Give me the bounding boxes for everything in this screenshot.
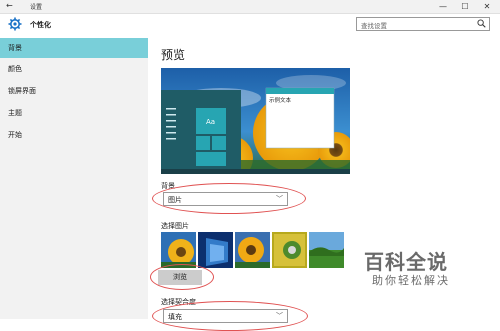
maximize-button[interactable]: ☐	[454, 0, 476, 13]
watermark-logo: 百科全说	[364, 250, 448, 274]
picture-thumbnail[interactable]	[272, 232, 307, 268]
sidebar-item-background[interactable]: 背景	[0, 38, 148, 58]
sidebar-item-themes[interactable]: 主题	[0, 103, 148, 123]
annotation-oval	[152, 301, 308, 331]
sidebar-item-label: 颜色	[8, 65, 22, 73]
gear-icon	[8, 17, 22, 31]
close-button[interactable]: ✕	[476, 0, 498, 13]
picture-thumbnail[interactable]	[309, 232, 344, 268]
choose-picture-label: 选择图片	[161, 222, 189, 230]
sidebar-item-lock-screen[interactable]: 锁屏界面	[0, 81, 148, 101]
search-input[interactable]: 查找设置	[356, 17, 490, 31]
preview-heading: 预览	[161, 48, 186, 62]
search-icon[interactable]	[477, 19, 486, 28]
sidebar-item-label: 开始	[8, 131, 22, 139]
annotation-oval	[150, 264, 214, 290]
picture-thumbnail[interactable]	[235, 232, 270, 268]
sidebar-item-label: 背景	[8, 44, 22, 52]
sample-text: 示例文本	[269, 96, 292, 104]
page-title: 个性化	[30, 21, 51, 29]
search-placeholder: 查找设置	[361, 22, 387, 30]
title-bar: ← 设置 — ☐ ✕	[0, 0, 500, 14]
sidebar-item-label: 主题	[8, 109, 22, 117]
back-arrow-icon[interactable]: ←	[6, 1, 13, 10]
minimize-button[interactable]: —	[432, 0, 454, 13]
watermark-tagline: 助你轻松解决	[372, 274, 450, 287]
window-title: 设置	[30, 4, 43, 11]
tile-label: Aa	[206, 118, 215, 126]
picture-thumbnail[interactable]	[161, 232, 196, 268]
picture-thumbnail[interactable]	[198, 232, 233, 268]
preview-image: Aa 示例文本	[161, 68, 350, 174]
sidebar-item-colors[interactable]: 颜色	[0, 59, 148, 79]
annotation-oval	[152, 183, 306, 214]
sidebar-item-start[interactable]: 开始	[0, 125, 148, 145]
sidebar-item-label: 锁屏界面	[8, 87, 36, 95]
